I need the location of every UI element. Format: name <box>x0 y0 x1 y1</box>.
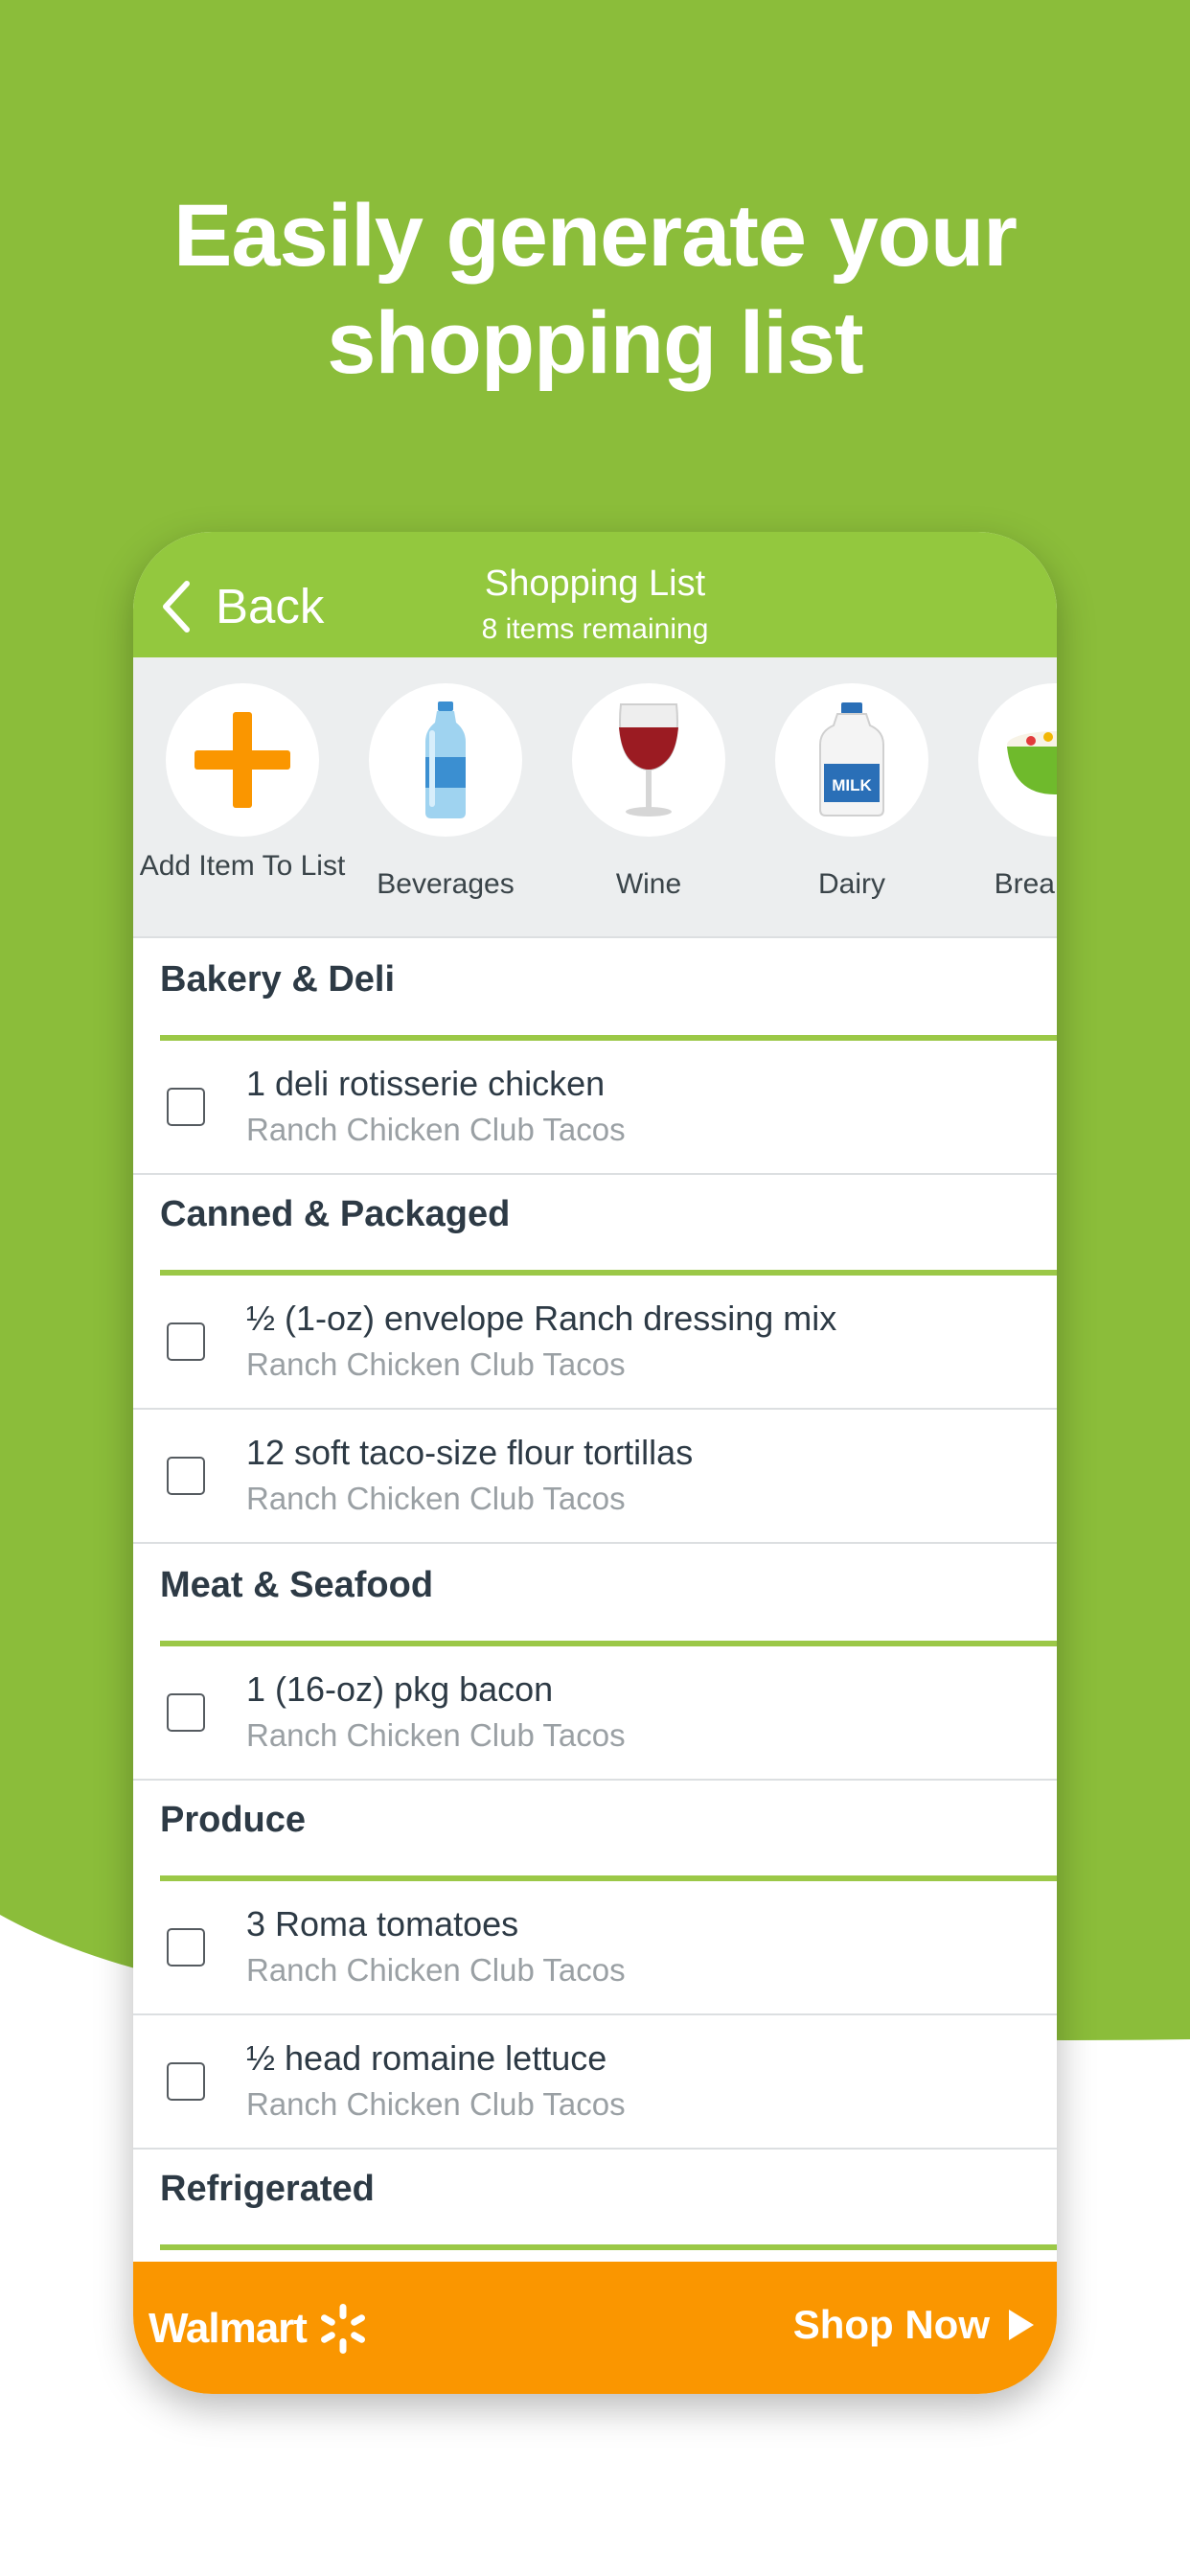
item-checkbox[interactable] <box>167 1928 205 1966</box>
item-recipe: Ranch Chicken Club Tacos <box>246 2086 626 2122</box>
wine-glass-icon <box>619 703 678 816</box>
category-label: Wine <box>615 868 682 900</box>
category-circle <box>978 683 1057 837</box>
item-checkbox[interactable] <box>167 2062 205 2101</box>
list-item[interactable]: 12 soft taco-size flour tortillas Ranch … <box>133 1410 1057 1544</box>
category-circle <box>369 683 522 837</box>
water-bottle-icon <box>425 702 466 818</box>
items-remaining: 8 items remaining <box>481 613 709 645</box>
item-recipe: Ranch Chicken Club Tacos <box>246 1717 626 1753</box>
section-header: Canned & Packaged <box>133 1173 1057 1276</box>
item-name: 1 (16-oz) pkg bacon <box>246 1669 554 1709</box>
list-item[interactable]: 3 Roma tomatoes Ranch Chicken Club Tacos <box>133 1881 1057 2015</box>
list-item[interactable]: 1 (16-oz) pkg bacon Ranch Chicken Club T… <box>133 1646 1057 1781</box>
list-item[interactable]: ½ head romaine lettuce Ranch Chicken Clu… <box>133 2015 1057 2150</box>
section-title: Produce <box>160 1800 307 1840</box>
headline-line-1: Easily generate your <box>173 187 1018 285</box>
play-arrow-icon <box>1009 2310 1034 2340</box>
milk-label-text: MILK <box>832 776 872 794</box>
category-strip[interactable]: Add Item To List Beverages Wine MILK Dai… <box>133 657 1057 938</box>
shop-now-label: Shop Now <box>792 2302 990 2347</box>
category-label: Add Item To List <box>139 850 346 882</box>
section-header: Meat & Seafood <box>133 1544 1057 1646</box>
item-name: 1 deli rotisserie chicken <box>246 1064 606 1103</box>
nav-bar: Back Shopping List 8 items remaining <box>133 532 1057 657</box>
category-circle: MILK <box>775 683 928 837</box>
section-title: Canned & Packaged <box>160 1194 511 1234</box>
item-recipe: Ranch Chicken Club Tacos <box>246 1112 626 1147</box>
walmart-footer-bar[interactable]: Walmart Shop Now <box>133 2262 1057 2394</box>
category-circle <box>166 683 319 837</box>
list-item[interactable]: 1 deli rotisserie chicken Ranch Chicken … <box>133 1041 1057 1175</box>
item-checkbox[interactable] <box>167 1322 205 1361</box>
section-divider <box>160 2244 1057 2250</box>
category-circle <box>572 683 725 837</box>
nav-title: Shopping List <box>484 564 706 604</box>
item-checkbox[interactable] <box>167 1088 205 1126</box>
item-name: 12 soft taco-size flour tortillas <box>246 1433 694 1472</box>
category-label: Breakfast <box>994 868 1057 900</box>
brand-name: Walmart <box>149 2305 308 2352</box>
milk-jug-icon: MILK <box>819 702 884 816</box>
item-checkbox[interactable] <box>167 1693 205 1732</box>
section-title: Refrigerated <box>160 2169 375 2209</box>
category-label: Dairy <box>817 868 885 900</box>
plus-icon <box>195 712 290 808</box>
section-header: Produce <box>133 1779 1057 1881</box>
item-name: 3 Roma tomatoes <box>246 1904 519 1944</box>
item-name: ½ (1-oz) envelope Ranch dressing mix <box>246 1299 837 1338</box>
item-name: ½ head romaine lettuce <box>246 2038 607 2078</box>
item-recipe: Ranch Chicken Club Tacos <box>246 1346 626 1382</box>
walmart-logo: Walmart <box>149 2302 370 2356</box>
shop-now-button[interactable]: Shop Now <box>793 2302 1036 2348</box>
phone-screen: Back Shopping List 8 items remaining Add… <box>133 532 1057 2394</box>
item-recipe: Ranch Chicken Club Tacos <box>246 1952 626 1988</box>
list-item[interactable]: ½ (1-oz) envelope Ranch dressing mix Ran… <box>133 1276 1057 1410</box>
item-recipe: Ranch Chicken Club Tacos <box>246 1481 626 1516</box>
section-title: Bakery & Deli <box>160 959 396 1000</box>
cereal-bowl-icon <box>1007 731 1057 794</box>
spark-icon <box>320 2304 365 2354</box>
section-title: Meat & Seafood <box>160 1565 434 1605</box>
category-label: Beverages <box>377 868 515 900</box>
section-header: Refrigerated <box>133 2148 1057 2250</box>
headline: Easily generate your shopping list <box>0 182 1190 397</box>
section-header: Bakery & Deli <box>133 938 1057 1041</box>
item-checkbox[interactable] <box>167 1457 205 1495</box>
headline-line-2: shopping list <box>327 294 863 392</box>
